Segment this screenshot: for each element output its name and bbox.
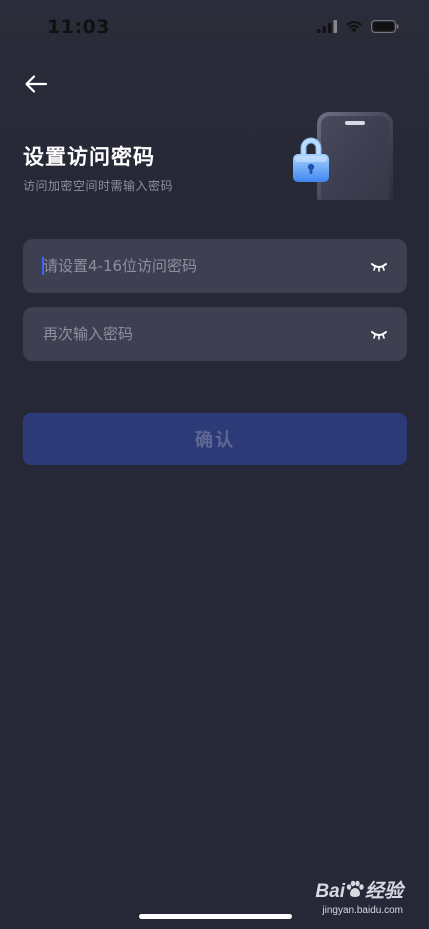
home-indicator[interactable] bbox=[139, 914, 292, 919]
page-subtitle: 访问加密空间时需输入密码 bbox=[23, 179, 174, 193]
paw-icon bbox=[345, 880, 365, 904]
arrow-left-icon bbox=[24, 74, 48, 98]
baidu-jingyan-watermark: Bai 经验 jingyan.baidu.com bbox=[315, 876, 403, 916]
password-input[interactable] bbox=[43, 239, 363, 293]
watermark-logo: Bai 经验 bbox=[315, 876, 403, 904]
eye-closed-icon bbox=[371, 257, 387, 276]
confirm-password-input[interactable] bbox=[43, 307, 363, 361]
confirm-password-visibility-toggle[interactable] bbox=[369, 324, 389, 344]
confirm-button[interactable]: 确认 bbox=[23, 413, 407, 465]
wifi-icon bbox=[345, 20, 363, 33]
confirm-password-field[interactable] bbox=[23, 307, 407, 361]
back-button[interactable] bbox=[18, 68, 54, 104]
password-field[interactable] bbox=[23, 239, 407, 293]
watermark-logo-text-a: Bai bbox=[315, 881, 345, 902]
status-icons bbox=[317, 20, 399, 33]
cellular-signal-icon bbox=[317, 20, 337, 33]
status-bar: 11:03 bbox=[0, 0, 429, 56]
watermark-url: jingyan.baidu.com bbox=[322, 904, 403, 916]
set-access-password-screen: 11:03 设置访问密码 访问加密空间时需输入密码 确认 Bai 经验 jing… bbox=[0, 0, 429, 929]
watermark-logo-text-b: 经验 bbox=[364, 881, 403, 902]
battery-icon bbox=[371, 20, 399, 33]
page-title: 设置访问密码 bbox=[23, 145, 155, 169]
phone-lock-icon bbox=[289, 108, 399, 208]
status-time: 11:03 bbox=[47, 16, 110, 38]
eye-closed-icon bbox=[371, 325, 387, 344]
text-cursor bbox=[42, 257, 44, 275]
password-visibility-toggle[interactable] bbox=[369, 256, 389, 276]
